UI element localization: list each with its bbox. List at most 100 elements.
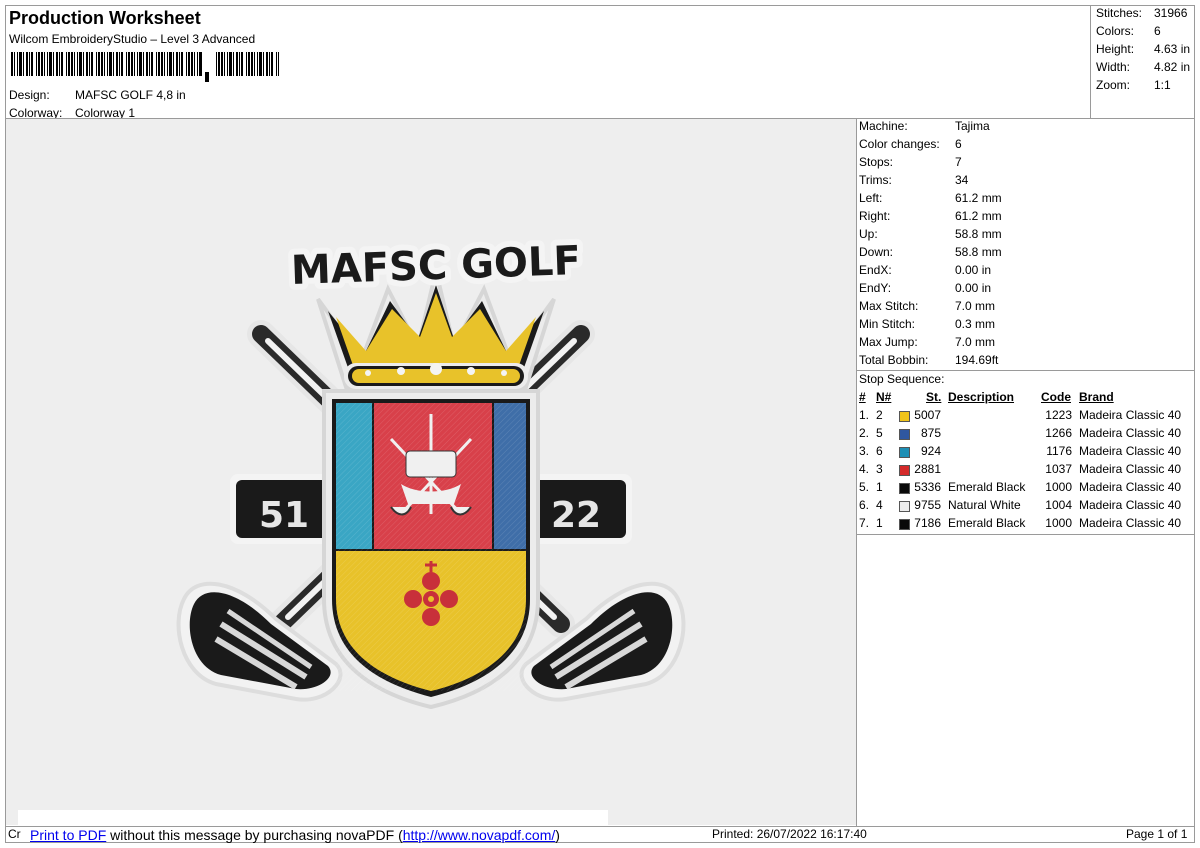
machine-value: 0.3 mm bbox=[955, 317, 996, 331]
machine-label: EndX: bbox=[859, 263, 892, 277]
col-header-n: N# bbox=[876, 390, 892, 404]
table-row: 1. 2 5007 1223 Madeira Classic 40 bbox=[857, 408, 1195, 426]
needle-number: 1 bbox=[876, 480, 883, 494]
machine-value: 58.8 mm bbox=[955, 227, 1002, 241]
machine-value: Tajima bbox=[955, 119, 990, 133]
stop-sequence-divider bbox=[857, 534, 1195, 535]
machine-value: 61.2 mm bbox=[955, 191, 1002, 205]
thread-code: 1176 bbox=[1046, 444, 1072, 458]
machine-row: Min Stitch: 0.3 mm bbox=[859, 317, 995, 331]
machine-row: Machine: Tajima bbox=[859, 119, 990, 133]
thread-code: 1037 bbox=[1045, 462, 1072, 476]
stitch-count: 875 bbox=[920, 426, 941, 440]
thread-code: 1223 bbox=[1045, 408, 1072, 422]
table-row: 6. 4 9755 Natural White 1004 Madeira Classic … bbox=[857, 498, 1195, 516]
machine-row: EndX: 0.00 in bbox=[859, 263, 991, 277]
machine-divider bbox=[857, 370, 1195, 371]
stats-box: Stitches: 31966 Colors: 6 Height: 4.63 in W… bbox=[1090, 5, 1195, 118]
stat-stitches: Stitches: 31966 bbox=[1096, 6, 1188, 20]
needle-number: 1 bbox=[876, 516, 883, 530]
table-row: 3. 6 924 1176 Madeira Classic 40 bbox=[857, 444, 1195, 462]
machine-row: Up: 58.8 mm bbox=[859, 227, 1002, 241]
thread-brand: Madeira Classic 40 bbox=[1079, 408, 1182, 422]
col-header-num: # bbox=[859, 390, 866, 404]
stop-sequence-title: Stop Sequence: bbox=[859, 372, 945, 386]
stitch-count: 9755 bbox=[914, 498, 941, 512]
machine-row: Max Jump: 7.0 mm bbox=[859, 335, 995, 349]
thread-code: 1266 bbox=[1045, 426, 1072, 440]
stop-number: 5. bbox=[859, 480, 870, 494]
machine-value: 6 bbox=[955, 137, 962, 151]
thread-brand: Madeira Classic 40 bbox=[1079, 444, 1182, 458]
machine-row: Right: 61.2 mm bbox=[859, 209, 1002, 223]
software-name: Wilcom EmbroideryStudio – Level 3 Advanc… bbox=[9, 32, 256, 46]
machine-row: Trims: 34 bbox=[859, 173, 968, 187]
design-value: MAFSC GOLF 4,8 in bbox=[75, 88, 186, 102]
novapdf-message: Print to PDF without this message by pur… bbox=[30, 827, 560, 843]
thread-brand: Madeira Classic 40 bbox=[1079, 498, 1182, 512]
thread-brand: Madeira Classic 40 bbox=[1079, 462, 1182, 476]
needle-number: 2 bbox=[876, 408, 883, 422]
machine-label: Down: bbox=[859, 245, 894, 259]
thread-code: 1000 bbox=[1045, 516, 1072, 530]
table-row: 2. 5 875 1266 Madeira Classic 40 bbox=[857, 426, 1195, 444]
machine-value: 7.0 mm bbox=[955, 299, 996, 313]
needle-number: 4 bbox=[876, 498, 883, 512]
machine-value: 58.8 mm bbox=[955, 245, 1002, 259]
needle-number: 5 bbox=[876, 426, 883, 440]
novapdf-url-link[interactable]: http://www.novapdf.com/ bbox=[403, 827, 556, 843]
thread-brand: Madeira Classic 40 bbox=[1079, 480, 1182, 494]
machine-label: Left: bbox=[859, 191, 883, 205]
color-swatch bbox=[899, 519, 910, 530]
design-row: Design: MAFSC GOLF 4,8 in bbox=[9, 88, 186, 102]
stop-number: 4. bbox=[859, 462, 870, 476]
table-row: 5. 1 5336 Emerald Black 1000 Madeira Classic … bbox=[857, 480, 1195, 498]
machine-label: Machine: bbox=[859, 119, 908, 133]
logo-text: MAFSC GOLF bbox=[290, 238, 581, 294]
embroidery-design: 51 22 MAFSC GOLF MAFSC GOLF bbox=[176, 232, 686, 710]
shield bbox=[322, 389, 540, 710]
col-header-brand: Brand bbox=[1079, 390, 1114, 404]
color-swatch bbox=[899, 411, 910, 422]
col-header-st: St. bbox=[926, 390, 942, 404]
thread-brand: Madeira Classic 40 bbox=[1079, 516, 1182, 530]
stitch-count: 924 bbox=[920, 444, 941, 458]
stop-number: 3. bbox=[859, 444, 870, 458]
machine-value: 194.69ft bbox=[955, 353, 999, 367]
col-header-code: Code bbox=[1041, 390, 1071, 404]
footer-cut-text: Cr bbox=[8, 827, 21, 841]
machine-row: Left: 61.2 mm bbox=[859, 191, 1002, 205]
page-number: Page 1 of 1 bbox=[1126, 827, 1188, 841]
machine-label: Min Stitch: bbox=[859, 317, 916, 331]
right-number: 22 bbox=[551, 495, 601, 536]
color-swatch bbox=[899, 465, 910, 476]
stop-number: 7. bbox=[859, 516, 870, 530]
left-number: 51 bbox=[259, 495, 309, 536]
machine-value: 61.2 mm bbox=[955, 209, 1002, 223]
color-swatch bbox=[899, 483, 910, 494]
design-preview: 51 22 MAFSC GOLF MAFSC GOLF bbox=[6, 119, 856, 825]
needle-number: 3 bbox=[876, 462, 883, 476]
printed-timestamp: Printed: 26/07/2022 16:17:40 bbox=[712, 827, 867, 841]
page-title: Production Worksheet bbox=[9, 8, 201, 28]
machine-label: Color changes: bbox=[859, 137, 940, 151]
stitch-count: 2881 bbox=[914, 462, 941, 476]
stat-width: Width: 4.82 in bbox=[1096, 60, 1191, 74]
machine-label: Stops: bbox=[859, 155, 894, 169]
table-row: 7. 1 7186 Emerald Black 1000 Madeira Classic … bbox=[857, 516, 1195, 534]
thread-description: Natural White bbox=[948, 498, 1021, 512]
stitch-count: 7186 bbox=[914, 516, 941, 530]
machine-label: EndY: bbox=[859, 281, 892, 295]
machine-row: Stops: 7 bbox=[859, 155, 962, 169]
machine-label: Total Bobbin: bbox=[859, 353, 929, 367]
machine-label: Right: bbox=[859, 209, 891, 223]
machine-row: Max Stitch: 7.0 mm bbox=[859, 299, 995, 313]
stat-height: Height: 4.63 in bbox=[1096, 42, 1191, 56]
machine-label: Trims: bbox=[859, 173, 892, 187]
machine-value: 34 bbox=[955, 173, 969, 187]
stat-colors: Colors: 6 bbox=[1096, 24, 1161, 38]
machine-value: 7 bbox=[955, 155, 962, 169]
stop-number: 2. bbox=[859, 426, 870, 440]
print-to-pdf-link[interactable]: Print to PDF bbox=[30, 827, 106, 843]
machine-value: 7.0 mm bbox=[955, 335, 996, 349]
